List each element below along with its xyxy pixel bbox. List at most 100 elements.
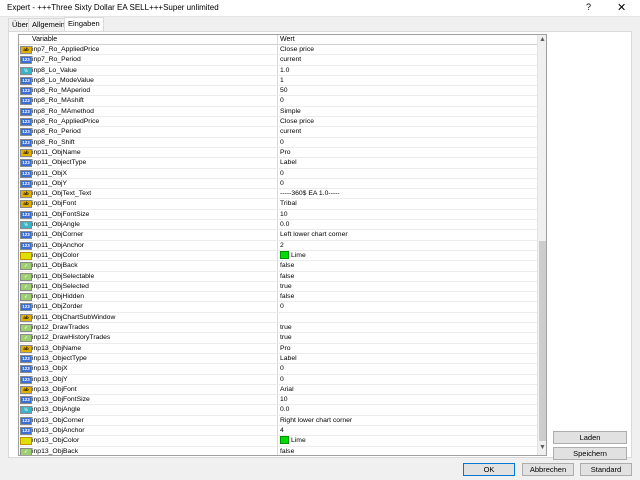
table-row[interactable]: ✓ inp11_ObjHidden false — [19, 292, 537, 303]
variable-name: inp13_ObjAngle — [32, 406, 81, 414]
table-row[interactable]: 123 inp8_Ro_MAperiod 50 — [19, 86, 537, 97]
variable-value[interactable]: true — [280, 333, 292, 342]
variable-value[interactable]: Lime — [280, 436, 306, 445]
variable-value[interactable]: Label — [280, 158, 297, 167]
variable-value[interactable]: current — [280, 127, 301, 136]
table-row[interactable]: 123 inp11_ObjAnchor 2 — [19, 241, 537, 251]
variable-value[interactable]: Lime — [280, 251, 306, 260]
table-row[interactable]: ab inp11_ObjChartSubWindow — [19, 313, 537, 324]
variable-name: inp8_Ro_AppliedPrice — [32, 118, 100, 126]
variable-value[interactable]: Tribal — [280, 199, 297, 208]
variable-value[interactable]: true — [280, 282, 292, 291]
table-row[interactable]: ½ inp11_ObjAngle 0.0 — [19, 220, 537, 231]
vertical-scrollbar[interactable]: ▲ ▼ — [537, 35, 546, 455]
variable-value[interactable]: 0 — [280, 364, 284, 373]
table-row[interactable]: 123 inp11_ObjX 0 — [19, 169, 537, 179]
variable-value[interactable]: 0 — [280, 179, 284, 188]
table-row[interactable]: ✓ inp12_DrawHistoryTrades true — [19, 333, 537, 344]
variable-value[interactable]: Pro — [280, 148, 291, 157]
table-row[interactable]: 123 inp13_ObjY 0 — [19, 375, 537, 385]
variable-value[interactable]: -----360$ EA 1.0----- — [280, 189, 340, 198]
table-row[interactable]: ✓ inp11_ObjSelected true — [19, 282, 537, 293]
table-row[interactable]: inp13_ObjColor Lime — [19, 436, 537, 447]
variable-value[interactable]: 2 — [280, 241, 284, 250]
variable-value[interactable]: 0.0 — [280, 405, 289, 414]
variable-value[interactable]: 0 — [280, 169, 284, 178]
table-row[interactable]: 123 inp11_ObjZorder 0 — [19, 302, 537, 313]
table-row[interactable]: 123 inp11_ObjY 0 — [19, 179, 537, 190]
table-row[interactable]: ab inp11_ObjName Pro — [19, 148, 537, 159]
variable-value[interactable]: Simple — [280, 107, 301, 116]
table-row[interactable]: ✓ inp11_ObjSelectable false — [19, 272, 537, 282]
table-row[interactable]: ab inp7_Ro_AppliedPrice Close price — [19, 45, 537, 56]
variable-value[interactable]: 50 — [280, 86, 288, 95]
variable-value[interactable]: 0.0 — [280, 220, 289, 229]
cancel-button[interactable]: Abbrechen — [522, 463, 574, 476]
variable-value[interactable]: Pro — [280, 344, 291, 353]
variable-value[interactable]: false — [280, 292, 294, 301]
help-button[interactable]: ? — [586, 2, 591, 12]
variable-value[interactable]: 10 — [280, 210, 288, 219]
table-row[interactable]: ab inp13_ObjFont Arial — [19, 385, 537, 396]
table-row[interactable]: 123 inp8_Ro_AppliedPrice Close price — [19, 117, 537, 128]
table-row[interactable]: 123 inp11_ObjectType Label — [19, 158, 537, 169]
integer-icon: 123 — [20, 303, 32, 312]
table-row[interactable]: 123 inp7_Ro_Period current — [19, 55, 537, 66]
variable-value[interactable]: Right lower chart corner — [280, 416, 352, 425]
variable-value[interactable]: 1 — [280, 76, 284, 85]
scroll-thumb[interactable] — [539, 241, 546, 441]
table-row[interactable]: ✓ inp13_ObjBack false — [19, 447, 537, 455]
table-row[interactable]: 123 inp11_ObjCorner Left lower chart corne… — [19, 230, 537, 241]
variable-value[interactable]: false — [280, 447, 294, 455]
table-row[interactable]: ✓ inp11_ObjBack false — [19, 261, 537, 272]
table-row[interactable]: 123 inp8_Ro_Period current — [19, 127, 537, 138]
variable-value[interactable]: 0 — [280, 138, 284, 147]
color-swatch — [280, 436, 289, 445]
table-row[interactable]: 123 inp13_ObjectType Label — [19, 354, 537, 365]
variable-value[interactable]: false — [280, 272, 294, 281]
table-row[interactable]: inp11_ObjColor Lime — [19, 251, 537, 262]
table-row[interactable]: 123 inp8_Ro_MAmethod Simple — [19, 107, 537, 118]
table-row[interactable]: ab inp11_ObjText_Text -----360$ EA 1.0----… — [19, 189, 537, 200]
table-row[interactable]: 123 inp8_Lo_ModeValue 1 — [19, 76, 537, 87]
table-row[interactable]: 123 inp11_ObjFontSize 10 — [19, 210, 537, 221]
variable-value[interactable]: 1.0 — [280, 66, 289, 75]
variable-value[interactable]: Label — [280, 354, 297, 363]
ok-button[interactable]: OK — [463, 463, 515, 476]
save-button[interactable]: Speichern — [553, 447, 627, 460]
table-row[interactable]: ab inp13_ObjName Pro — [19, 344, 537, 354]
tab-eingaben[interactable]: Eingaben — [64, 17, 104, 32]
load-button[interactable]: Laden — [553, 431, 627, 444]
table-row[interactable]: ab inp11_ObjFont Tribal — [19, 199, 537, 210]
variable-value[interactable]: Close price — [280, 117, 314, 126]
variable-name: inp11_ObjSelected — [32, 282, 89, 290]
variable-name: inp11_ObjAnchor — [32, 241, 85, 249]
scroll-down-icon[interactable]: ▼ — [539, 444, 546, 451]
variable-name: inp13_ObjCorner — [32, 416, 84, 424]
variable-value[interactable]: Arial — [280, 385, 294, 394]
table-row[interactable]: 123 inp8_Ro_MAshift 0 — [19, 96, 537, 107]
variable-value[interactable]: current — [280, 55, 301, 64]
table-row[interactable]: 123 inp8_Ro_Shift 0 — [19, 138, 537, 148]
default-button[interactable]: Standard — [580, 463, 632, 476]
variable-value[interactable]: 0 — [280, 375, 284, 384]
table-row[interactable]: 123 inp13_ObjX 0 — [19, 364, 537, 375]
table-row[interactable]: 123 inp13_ObjCorner Right lower chart corn… — [19, 416, 537, 426]
variable-value[interactable]: false — [280, 261, 294, 270]
variable-value[interactable]: Close price — [280, 45, 314, 54]
table-row[interactable]: 123 inp13_ObjAnchor 4 — [19, 426, 537, 437]
variable-value[interactable]: 4 — [280, 426, 284, 435]
variable-value[interactable]: 10 — [280, 395, 288, 404]
table-row[interactable]: ½ inp8_Lo_Value 1.0 — [19, 66, 537, 76]
variable-value[interactable]: 0 — [280, 302, 284, 311]
tab-allgemein[interactable]: Allgemein — [28, 18, 69, 31]
variable-name: inp13_ObjAnchor — [32, 426, 85, 434]
table-row[interactable]: ½ inp13_ObjAngle 0.0 — [19, 405, 537, 416]
table-row[interactable]: ✓ inp12_DrawTrades true — [19, 323, 537, 334]
variable-value[interactable]: true — [280, 323, 292, 332]
scroll-up-icon[interactable]: ▲ — [539, 36, 546, 43]
table-row[interactable]: 123 inp13_ObjFontSize 10 — [19, 395, 537, 406]
variable-value[interactable]: Left lower chart corner — [280, 230, 348, 239]
variable-value[interactable]: 0 — [280, 96, 284, 105]
close-button[interactable]: ✕ — [617, 1, 626, 14]
